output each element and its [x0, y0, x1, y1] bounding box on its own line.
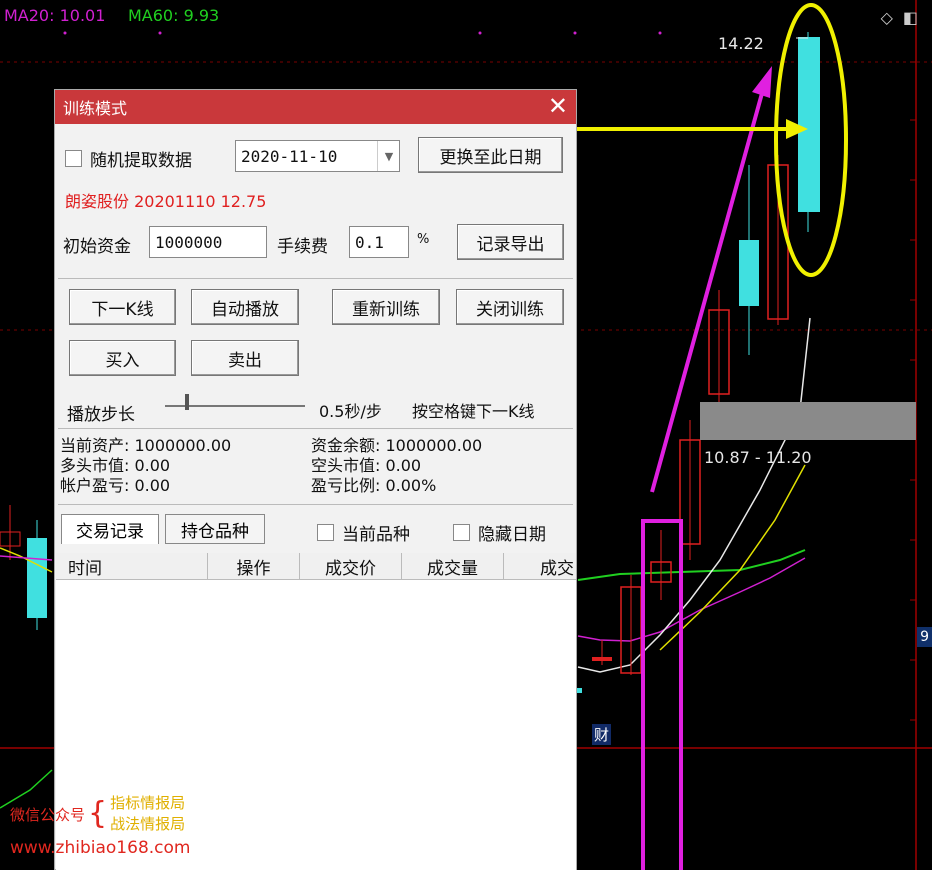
- cash-balance: 资金余额: 1000000.00: [311, 436, 483, 455]
- hide-date-checkbox[interactable]: [453, 524, 470, 541]
- column-header-amount[interactable]: 成交: [504, 553, 576, 579]
- watermark-brace: {: [88, 796, 108, 831]
- column-header-volume[interactable]: 成交量: [402, 553, 504, 579]
- dialog-title: 训练模式: [63, 99, 128, 118]
- separator: [58, 278, 573, 279]
- stock-info: 朗姿股份 20201110 12.75: [65, 192, 267, 211]
- separator: [58, 504, 573, 505]
- separator: [58, 428, 573, 429]
- step-slider-handle[interactable]: [185, 394, 189, 410]
- pnl-ratio: 盈亏比例: 0.00%: [311, 476, 437, 495]
- current-item-label: 当前品种: [342, 525, 410, 545]
- capital-input[interactable]: 1000000: [149, 226, 267, 258]
- right-axis-value: 9: [917, 627, 932, 647]
- short-market-value: 空头市值: 0.00: [311, 456, 422, 475]
- current-assets: 当前资产: 1000000.00: [60, 436, 232, 455]
- buy-button[interactable]: 买入: [69, 340, 176, 376]
- fee-input[interactable]: 0.1: [349, 226, 409, 258]
- watermark-account-label: 微信公众号: [10, 805, 86, 824]
- watermark-name-2: 战法情报局: [110, 815, 186, 833]
- training-mode-dialog: 训练模式 ✕ 随机提取数据 2020-11-10 ▼ 更换至此日期 朗姿股份 2…: [54, 89, 577, 870]
- tab-positions[interactable]: 持仓品种: [165, 514, 265, 544]
- watermark-url: www.zhibiao168.com: [10, 838, 191, 858]
- watermark-name-1: 指标情报局: [110, 794, 186, 812]
- column-header-action[interactable]: 操作: [208, 553, 300, 579]
- random-data-option[interactable]: 随机提取数据: [65, 146, 192, 171]
- cai-marker: 财: [592, 724, 612, 745]
- account-pnl: 帐户盈亏: 0.00: [60, 476, 171, 495]
- column-header-time[interactable]: 时间: [56, 553, 208, 579]
- retrain-button[interactable]: 重新训练: [332, 289, 440, 325]
- fee-label: 手续费: [277, 237, 328, 257]
- current-item-option[interactable]: 当前品种: [317, 520, 410, 545]
- diamond-icon[interactable]: ◇: [881, 8, 893, 27]
- date-value: 2020-11-10: [241, 146, 338, 166]
- random-data-checkbox[interactable]: [65, 150, 82, 167]
- table-header: 时间 操作 成交价 成交量 成交: [56, 553, 576, 580]
- window-toggle-icon[interactable]: ◧: [903, 8, 918, 27]
- hide-date-option[interactable]: 隐藏日期: [453, 520, 546, 545]
- capital-value: 1000000: [155, 232, 223, 252]
- close-icon[interactable]: ✕: [548, 93, 568, 119]
- watermark: 微信公众号 { 指标情报局 战法情报局 www.zhibiao168.com: [10, 793, 190, 858]
- long-market-value: 多头市值: 0.00: [60, 456, 171, 475]
- range-label: 10.87 - 11.20: [704, 448, 812, 467]
- change-date-button[interactable]: 更换至此日期: [418, 137, 563, 173]
- auto-play-button[interactable]: 自动播放: [191, 289, 299, 325]
- space-key-hint: 按空格键下一K线: [412, 402, 535, 421]
- sell-button[interactable]: 卖出: [191, 340, 299, 376]
- step-label: 播放步长: [67, 405, 135, 425]
- capital-label: 初始资金: [63, 237, 131, 257]
- chart-top-icons: ◇ ◧: [881, 8, 918, 27]
- current-item-checkbox[interactable]: [317, 524, 334, 541]
- date-input[interactable]: 2020-11-10: [235, 140, 400, 172]
- fee-unit: %: [417, 232, 430, 247]
- export-records-button[interactable]: 记录导出: [457, 224, 564, 260]
- column-header-price[interactable]: 成交价: [300, 553, 402, 579]
- dialog-titlebar[interactable]: 训练模式 ✕: [55, 90, 576, 124]
- close-training-button[interactable]: 关闭训练: [456, 289, 564, 325]
- step-value: 0.5秒/步: [319, 402, 382, 421]
- random-data-label: 随机提取数据: [90, 151, 192, 171]
- ma20-label: MA20: 10.01: [4, 6, 106, 25]
- tab-trade-records[interactable]: 交易记录: [61, 514, 159, 544]
- next-k-button[interactable]: 下一K线: [69, 289, 176, 325]
- fee-value: 0.1: [355, 232, 384, 252]
- high-price-label: 14.22: [718, 34, 764, 53]
- ma60-label: MA60: 9.93: [128, 6, 220, 25]
- chevron-down-icon[interactable]: ▼: [377, 141, 400, 171]
- hide-date-label: 隐藏日期: [478, 525, 546, 545]
